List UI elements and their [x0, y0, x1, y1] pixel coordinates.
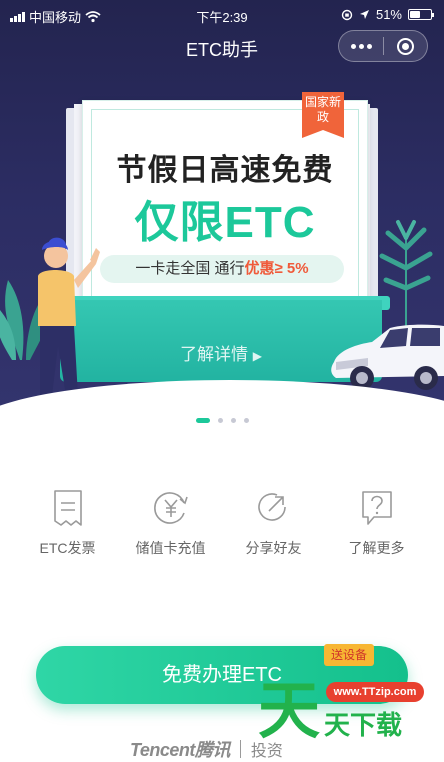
- tencent-logo: Tencent腾讯: [130, 740, 230, 760]
- carousel-dot[interactable]: [243, 418, 249, 423]
- play-arrow-icon: ▶: [252, 349, 262, 363]
- footer-sub: 投资: [250, 743, 283, 760]
- free-device-badge: 送设备: [324, 644, 374, 666]
- status-bar: 中国移动 下午2:39 51%: [0, 0, 444, 30]
- banner-tagline: 一卡走全国 通行优惠≥ 5%: [100, 255, 344, 283]
- nav-bar: ETC助手: [0, 30, 444, 64]
- more-dots-icon[interactable]: [339, 31, 383, 61]
- action-label: 了解更多: [348, 540, 405, 556]
- battery-percent: 51%: [375, 7, 402, 22]
- action-label: ETC发票: [39, 540, 96, 556]
- action-share-friends[interactable]: 分享好友: [224, 480, 324, 558]
- battery-icon: [408, 9, 434, 20]
- yuan-refresh-icon: [153, 492, 188, 524]
- receipt-icon: [53, 490, 82, 526]
- svg-text:天下载: 天下载: [324, 711, 402, 741]
- person-illustration: [34, 237, 100, 402]
- hero-banner-area: 中国移动 下午2:39 51% ETC助手 国家新政 节假日高速免费 仅限ETC…: [0, 0, 444, 440]
- carousel-dot[interactable]: [230, 418, 236, 423]
- orientation-lock-icon: [341, 9, 353, 20]
- learn-details-label: 了解详情: [180, 345, 249, 364]
- location-arrow-icon: [359, 10, 369, 19]
- mini-program-capsule: [338, 30, 428, 62]
- question-bubble-icon: [361, 491, 392, 525]
- action-etc-invoice[interactable]: ETC发票: [18, 480, 118, 558]
- footer-brand: Tencent腾讯 投资: [130, 736, 283, 762]
- carousel-dot[interactable]: [195, 418, 210, 423]
- svg-text:天: 天: [258, 674, 320, 744]
- car-illustration: [331, 324, 444, 390]
- carousel-dot[interactable]: [217, 418, 223, 423]
- action-label: 分享好友: [245, 540, 302, 556]
- action-learn-more[interactable]: 了解更多: [327, 480, 427, 558]
- watermark-url: www.TTzip.com: [326, 682, 424, 702]
- share-arrow-icon: [257, 493, 286, 521]
- action-card-recharge[interactable]: 储值卡充值: [121, 480, 221, 558]
- banner-headline: 节假日高速免费: [116, 154, 334, 187]
- banner-subheadline: 仅限ETC: [134, 198, 316, 247]
- tagline-text: 一卡走全国 通行: [135, 260, 245, 277]
- policy-ribbon: 国家新政: [302, 92, 344, 138]
- tagline-highlight: 优惠≥ 5%: [244, 260, 309, 277]
- carousel-indicator: [0, 418, 444, 423]
- footer-divider: [239, 740, 241, 758]
- close-icon[interactable]: [384, 31, 427, 61]
- quick-actions: ETC发票 储值卡充值 分享好友 了解更多: [0, 480, 444, 558]
- action-label: 储值卡充值: [135, 540, 206, 556]
